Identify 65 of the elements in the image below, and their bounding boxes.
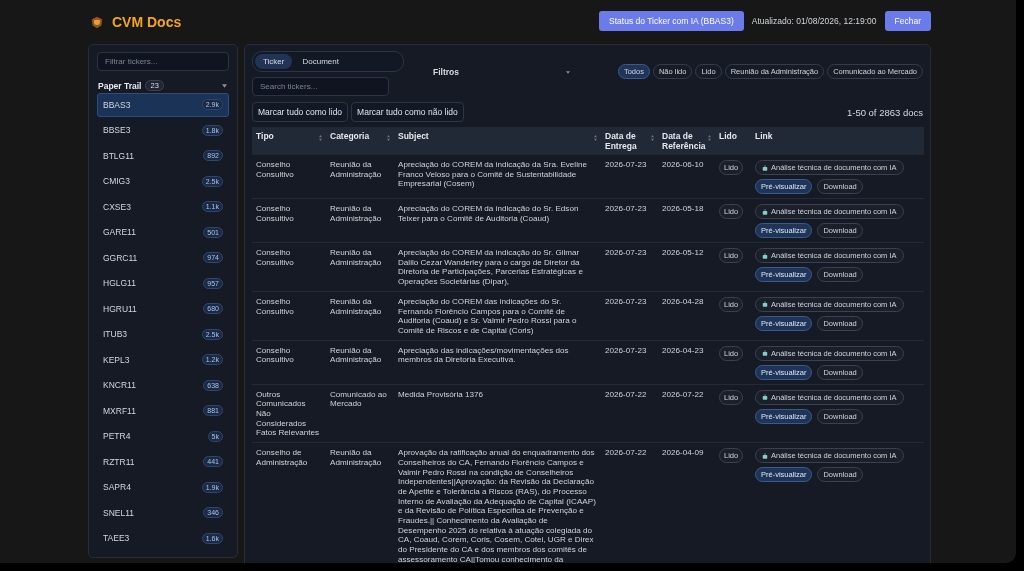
table-cell: Reunião da Administração <box>330 248 382 267</box>
table-cell: 2026-05-18 <box>662 204 704 213</box>
table-cell: 2026-04-09 <box>662 448 704 458</box>
table-cell: Conselho Consultivo <box>256 204 294 223</box>
table-cell: 2026-07-23 <box>605 345 647 355</box>
table-cell: Comunicado ao Mercado <box>330 389 387 409</box>
table-cell: Reunião da Administração <box>330 448 382 467</box>
caret-icon[interactable] <box>566 70 570 74</box>
table-cell: Outros Comunicados Não Considerados Fatos Relevantes <box>256 389 319 438</box>
table-cell: 2026-07-23 <box>605 160 647 169</box>
view-tab[interactable]: Ticker <box>255 54 293 69</box>
table-cell: Reunião da Administração <box>330 204 382 223</box>
table-cell: Reunião da Administração <box>330 296 382 316</box>
filters-label: Filtros <box>433 67 460 77</box>
table-cell: Conselho Consultivo <box>256 296 294 316</box>
column-header[interactable]: Link <box>755 131 773 141</box>
robot-icon <box>762 252 768 259</box>
robot-icon <box>762 350 768 357</box>
table-cell: 2026-07-23 <box>605 296 647 306</box>
table-cell: 2026-05-12 <box>662 248 704 257</box>
table-cell: 2026-04-28 <box>662 296 704 306</box>
column-header[interactable]: Lido <box>719 131 737 141</box>
table-cell: Conselho Consultivo <box>256 160 294 179</box>
sort-icon[interactable] <box>651 135 654 141</box>
table-cell: 2026-07-23 <box>605 248 647 257</box>
pagination-info: 1-50 of 2863 docs <box>846 106 923 118</box>
ticker-filter-field[interactable]: Filtrar tickers... <box>97 52 229 71</box>
sort-icon[interactable] <box>708 135 711 141</box>
sort-icon[interactable] <box>319 135 322 141</box>
mark-all-button[interactable]: Marcar tudo como não lido <box>351 102 464 122</box>
table-cell: Reunião da Administração <box>330 160 382 179</box>
section-title: Paper Trail <box>98 80 142 91</box>
robot-icon <box>762 394 768 401</box>
table-cell: Medida Provisória 1376 <box>398 389 484 399</box>
sort-icon[interactable] <box>387 135 390 141</box>
table-cell: Conselho Consultivo <box>256 345 294 365</box>
app-title: CVM Docs <box>112 14 182 30</box>
updated-timestamp: Atualizado: 01/08/2026, 12:19:00 <box>751 16 877 26</box>
close-button[interactable]: Fechar <box>884 11 931 31</box>
table-cell: Conselho Consultivo <box>256 248 294 267</box>
table-cell: Apreciação do COREM da indicação da Sra. Eveline Franco Veloso para o Comitê de Sustentabilidade Empresarial (Cosem) <box>398 160 587 189</box>
table-cell: 2026-07-22 <box>662 389 704 399</box>
mark-all-button[interactable]: Marcar tudo como lido <box>252 102 349 122</box>
table-cell: 2026-06-10 <box>662 160 704 169</box>
caret-icon[interactable] <box>222 83 227 88</box>
table-cell: 2026-04-23 <box>662 345 704 355</box>
view-tab[interactable]: Document <box>294 54 347 69</box>
ticker-status-button[interactable]: Status do Ticker com IA (BBAS3) <box>599 11 744 31</box>
table-cell: Apreciação do COREM da indicação do Sr. Gilmar Dalilo Cezar Wanderley para o cargo de Diretor da Diretoria de Participações, Parcerias Estratégicas e Operações Societárias (Dipar), <box>398 248 583 287</box>
table-cell: Conselho de Administração <box>256 448 308 467</box>
table-cell: 2026-07-22 <box>605 389 647 399</box>
robot-icon <box>762 208 768 215</box>
robot-icon <box>762 301 768 308</box>
table-cell: Apreciação das indicações/movimentações dos membros da Diretoria Executiva. <box>398 345 569 365</box>
logo-icon <box>90 15 104 29</box>
table-cell: Reunião da Administração <box>330 345 382 365</box>
table-cell: Apreciação do COREM da indicação do Sr. Edson Teixer para o Comitê de Auditoria (Coaud) <box>398 204 579 223</box>
table-cell: Apreciação do COREM das indicações do Sr. Fernando Florêncio Campos para o Comitê de Auditoria (Coaud) e Sr. Valmir Pedro Rossi para o Comitê de Riscos e de Capital (Coris) <box>398 296 577 335</box>
sort-icon[interactable] <box>594 135 597 141</box>
table-cell: Aprovação da ratificação anual do enquadramento dos Conselheiros do CA, Fernando Florêncio Campos e Valmir Pedro Rossi na condição de Conselheiros Independentes||Aprovação: da Revisão da Declaração de Apetite e Tolerância a Riscos (RAS), do Processo Interno de Avaliação da Adequação de Capital (ICAAP) e da Revisão de Política Específica de Prevenção e Fraudes.|| Conhecimento da Avaliação de Desempenho 2025 do relativa à atuação colegiada do CA, Coaud, Corem, Coris, Cosem, Cotei, UGR e Direx do Presidente do CA e dos membros dos comitês de assessoramento CA||Tomou conhecimento da <box>398 448 596 563</box>
ticker-search-field[interactable]: Search tickers... <box>252 77 389 96</box>
robot-icon <box>762 164 768 171</box>
robot-icon <box>762 452 768 459</box>
table-cell: 2026-07-22 <box>605 448 647 458</box>
table-cell: 2026-07-23 <box>605 204 647 213</box>
